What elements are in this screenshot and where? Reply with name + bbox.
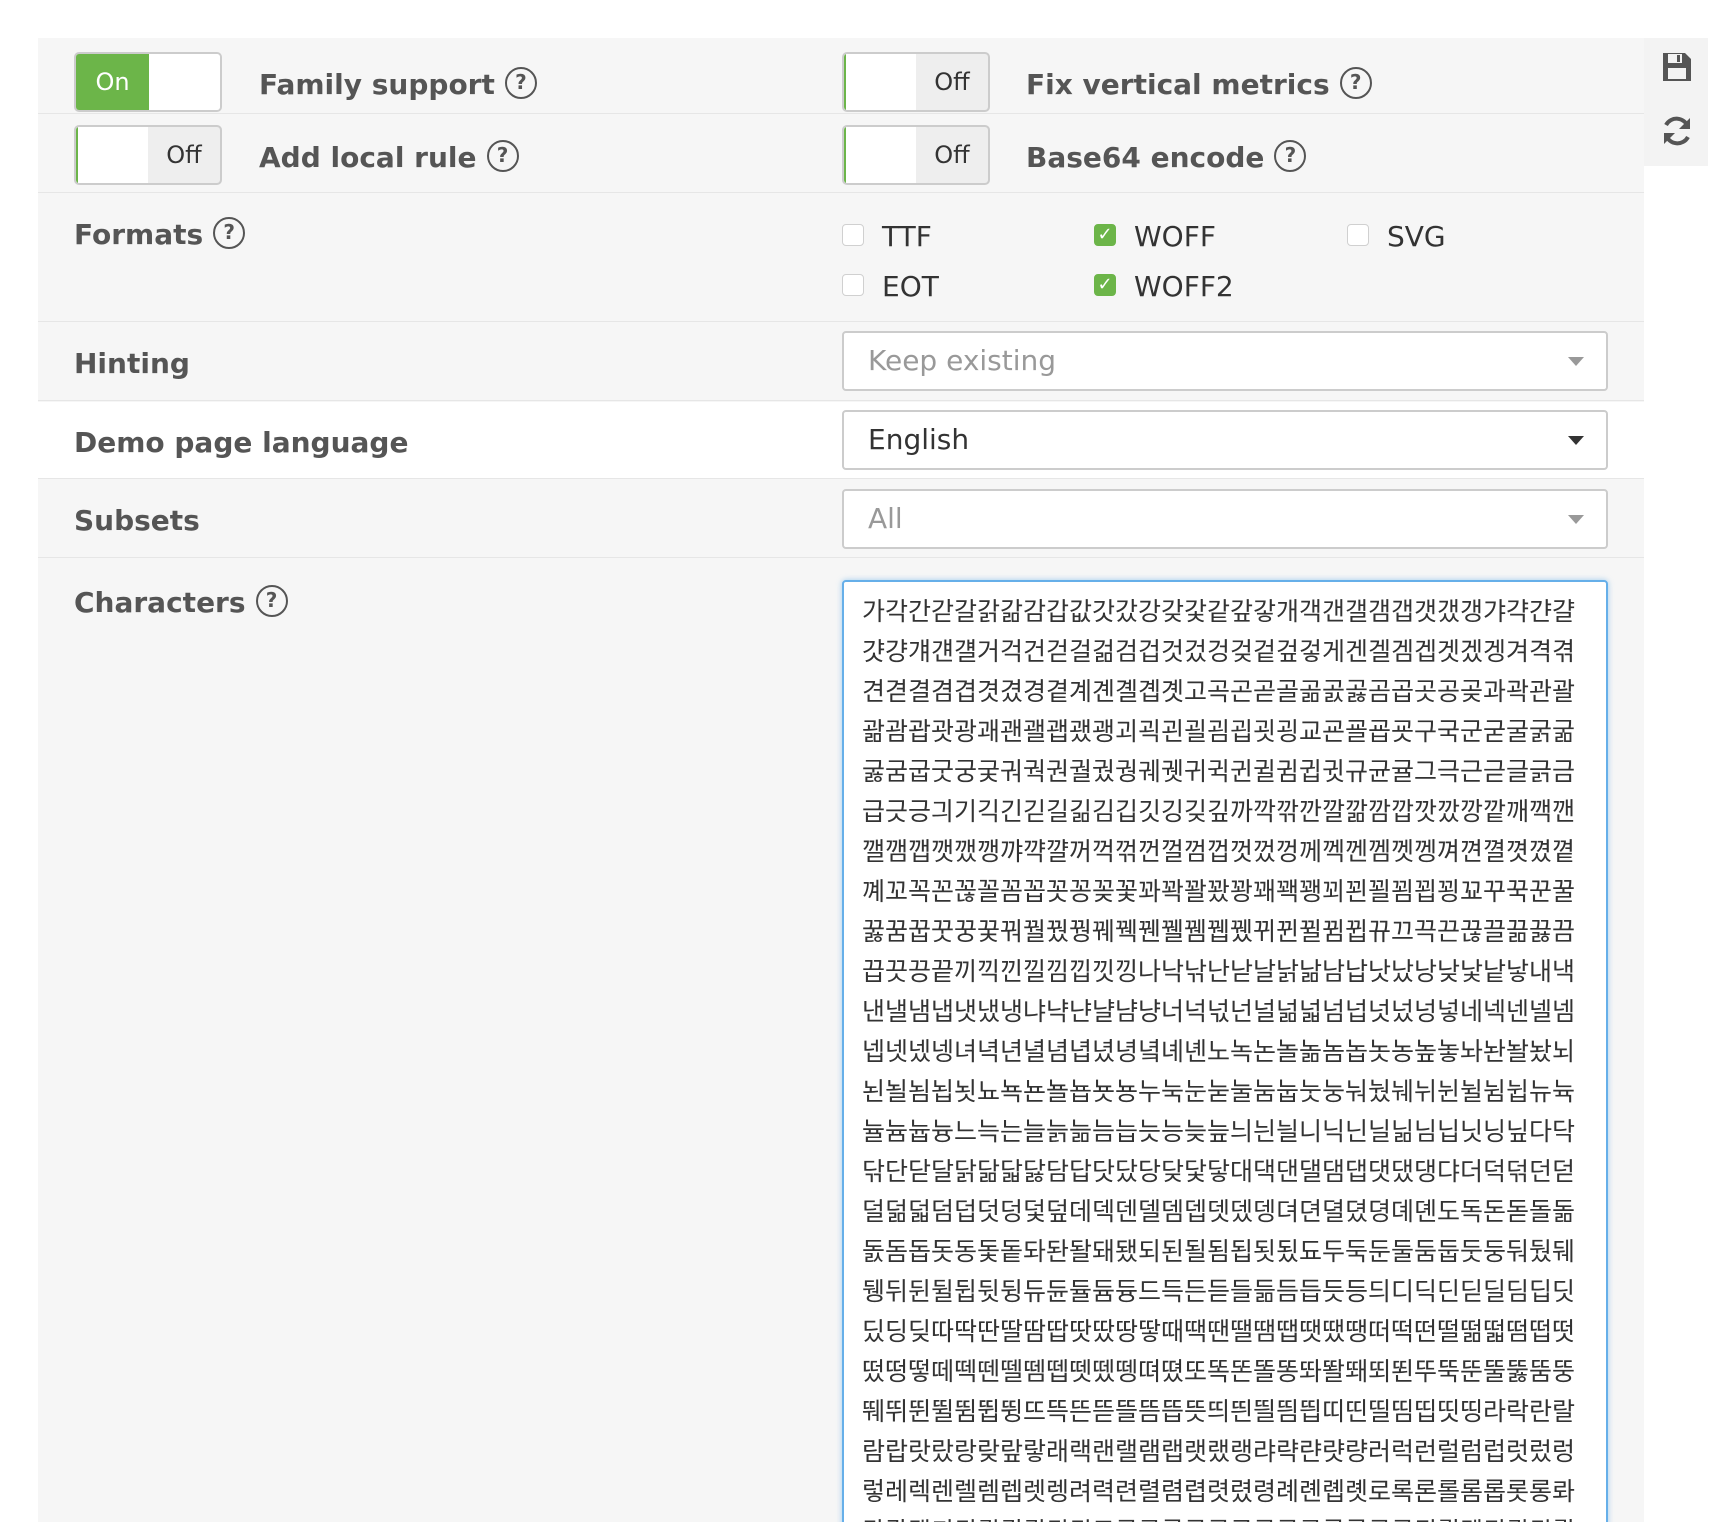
checkbox-icon xyxy=(842,224,864,246)
options-row-2: Off Add local rule? Off Base64 encode? xyxy=(38,115,1644,193)
characters-text: Characters xyxy=(74,586,246,619)
toggle-on-label: On xyxy=(76,54,149,110)
family-support-toggle[interactable]: On xyxy=(74,52,222,112)
fix-vertical-metrics-toggle[interactable]: Off xyxy=(842,52,990,112)
toggle-knob xyxy=(149,54,220,110)
demo-language-select[interactable]: English xyxy=(842,410,1608,470)
checkmark-icon: ✓ xyxy=(1094,224,1116,246)
refresh-icon[interactable] xyxy=(1660,114,1694,148)
demo-language-row: Demo page language English xyxy=(38,402,1644,479)
format-label: SVG xyxy=(1387,220,1446,253)
hinting-label: Hinting xyxy=(74,347,190,380)
subsets-select[interactable]: All xyxy=(842,489,1608,549)
formats-label: Formats? xyxy=(74,217,246,252)
subsets-label: Subsets xyxy=(74,504,200,537)
fix-vertical-metrics-text: Fix vertical metrics xyxy=(1026,68,1330,101)
hinting-row: Hinting Keep existing xyxy=(38,323,1644,401)
options-row-1: On Family support? Off Fix vertical metr… xyxy=(38,38,1644,114)
characters-label: Characters? xyxy=(74,585,288,620)
help-icon[interactable]: ? xyxy=(486,140,519,172)
format-label: WOFF2 xyxy=(1134,270,1234,303)
help-icon[interactable]: ? xyxy=(255,585,288,617)
checkbox-icon xyxy=(1347,224,1369,246)
hinting-select[interactable]: Keep existing xyxy=(842,331,1608,391)
family-support-text: Family support xyxy=(259,68,495,101)
side-toolbar xyxy=(1644,38,1708,166)
add-local-rule-label: Add local rule? xyxy=(259,140,519,175)
formats-text: Formats xyxy=(74,218,204,251)
format-checkbox-woff[interactable]: ✓ WOFF xyxy=(1094,220,1216,253)
formats-row: Formats? TTF ✓ WOFF SVG EOT ✓ WOFF2 xyxy=(38,194,1644,322)
base64-encode-label: Base64 encode? xyxy=(1026,140,1307,175)
format-label: TTF xyxy=(882,220,932,253)
add-local-rule-text: Add local rule xyxy=(259,141,477,174)
toggle-off-label: Off xyxy=(166,141,202,169)
demo-language-value: English xyxy=(868,423,970,456)
base64-encode-toggle[interactable]: Off xyxy=(842,125,990,185)
chevron-down-icon xyxy=(1568,436,1584,445)
characters-textarea[interactable]: 가각간갇갈갉갊감갑값갓갔강갖갗같갚갛개객갠갤갬갭갯갰갱갸갹갼걀걋걍걔걘걜거걱건걷… xyxy=(842,580,1608,1522)
base64-encode-text: Base64 encode xyxy=(1026,141,1265,174)
toggle-knob xyxy=(76,127,148,183)
format-label: WOFF xyxy=(1134,220,1216,253)
help-icon[interactable]: ? xyxy=(213,217,246,249)
format-checkbox-ttf[interactable]: TTF xyxy=(842,220,932,253)
toggle-knob xyxy=(844,54,916,110)
format-label: EOT xyxy=(882,270,939,303)
checkbox-icon xyxy=(842,274,864,296)
toggle-off-label: Off xyxy=(934,68,970,96)
chevron-down-icon xyxy=(1568,357,1584,366)
demo-language-label: Demo page language xyxy=(74,426,409,459)
add-local-rule-toggle[interactable]: Off xyxy=(74,125,222,185)
save-icon[interactable] xyxy=(1660,50,1694,84)
checkmark-icon: ✓ xyxy=(1094,274,1116,296)
help-icon[interactable]: ? xyxy=(1339,67,1372,99)
format-checkbox-woff2[interactable]: ✓ WOFF2 xyxy=(1094,270,1234,303)
format-checkbox-svg[interactable]: SVG xyxy=(1347,220,1446,253)
toggle-knob xyxy=(844,127,916,183)
help-icon[interactable]: ? xyxy=(504,67,537,99)
subsets-value: All xyxy=(868,502,903,535)
format-checkbox-eot[interactable]: EOT xyxy=(842,270,939,303)
subsets-row: Subsets All xyxy=(38,480,1644,558)
help-icon[interactable]: ? xyxy=(1274,140,1307,172)
hinting-value: Keep existing xyxy=(868,344,1057,377)
fix-vertical-metrics-label: Fix vertical metrics? xyxy=(1026,67,1372,102)
chevron-down-icon xyxy=(1568,515,1584,524)
toggle-off-label: Off xyxy=(934,141,970,169)
family-support-label: Family support? xyxy=(259,67,537,102)
